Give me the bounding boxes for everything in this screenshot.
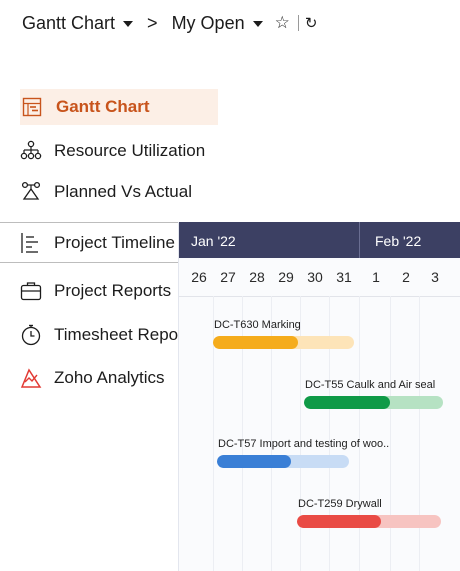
menu-item-label: Zoho Analytics bbox=[54, 368, 165, 387]
divider bbox=[0, 262, 178, 263]
day-label: 26 bbox=[191, 269, 207, 285]
task-label: DC-T57 Import and testing of woo.. bbox=[218, 438, 390, 450]
analytics-icon bbox=[20, 367, 46, 389]
menu-item-resource-utilization[interactable]: Resource Utilization bbox=[20, 133, 205, 169]
task-label: DC-T55 Caulk and Air seal bbox=[305, 379, 436, 391]
breadcrumb-separator: > bbox=[147, 12, 158, 33]
stopwatch-icon bbox=[20, 324, 46, 346]
menu-item-label: Timesheet Report bbox=[54, 325, 189, 344]
grid-line bbox=[390, 296, 391, 571]
task-bar[interactable] bbox=[213, 336, 354, 349]
view-selector-label: Gantt Chart bbox=[22, 12, 116, 33]
day-label: 1 bbox=[372, 269, 380, 285]
task-label: DC-T630 Marking bbox=[214, 319, 301, 331]
task-bar[interactable] bbox=[297, 515, 441, 528]
chevron-down-icon bbox=[123, 21, 134, 27]
gantt-month-header: Jan '22 Feb '22 bbox=[179, 222, 460, 258]
grid-line bbox=[359, 296, 360, 571]
chevron-down-icon bbox=[252, 21, 263, 27]
task-progress bbox=[213, 336, 298, 349]
month-label: Jan '22 bbox=[191, 233, 236, 249]
refresh-icon[interactable]: ↻ bbox=[305, 14, 318, 32]
task-bar[interactable] bbox=[304, 396, 443, 409]
filter-selector-label: My Open bbox=[171, 12, 245, 33]
menu-item-gantt-chart[interactable]: Gantt Chart bbox=[20, 89, 218, 125]
task-label: DC-T259 Drywall bbox=[298, 498, 382, 510]
menu-item-timesheet-report[interactable]: Timesheet Report bbox=[20, 317, 188, 353]
menu-item-project-reports[interactable]: Project Reports bbox=[20, 273, 171, 309]
view-selector[interactable]: Gantt Chart bbox=[22, 13, 143, 34]
menu-item-label: Resource Utilization bbox=[54, 141, 206, 160]
day-label: 27 bbox=[220, 269, 236, 285]
menu-item-label: Gantt Chart bbox=[56, 97, 150, 116]
filter-selector[interactable]: My Open bbox=[172, 13, 273, 34]
briefcase-icon bbox=[20, 280, 46, 302]
gantt-day-header: 26 27 28 29 30 31 1 2 3 bbox=[179, 258, 460, 297]
day-label: 31 bbox=[336, 269, 352, 285]
timeline-icon bbox=[20, 232, 46, 254]
divider bbox=[297, 15, 299, 31]
month-label: Feb '22 bbox=[375, 233, 422, 249]
menu-item-project-timeline[interactable]: Project Timeline G bbox=[20, 225, 193, 261]
star-icon[interactable]: ☆ bbox=[275, 13, 290, 33]
divider bbox=[0, 222, 178, 223]
gantt-chart-panel: Jan '22 Feb '22 26 27 28 29 30 31 1 2 3 … bbox=[178, 222, 460, 571]
gantt-chart-icon bbox=[22, 96, 48, 118]
menu-item-label: Project Reports bbox=[54, 281, 172, 300]
task-progress bbox=[297, 515, 381, 528]
breadcrumb: Gantt Chart > My Open ☆ ↻ bbox=[22, 10, 317, 36]
task-progress bbox=[217, 455, 291, 468]
menu-item-zoho-analytics[interactable]: Zoho Analytics bbox=[20, 360, 165, 396]
resource-tree-icon bbox=[20, 140, 46, 162]
scale-icon bbox=[20, 181, 46, 203]
task-bar[interactable] bbox=[217, 455, 349, 468]
menu-item-label: Planned Vs Actual bbox=[54, 182, 192, 201]
day-label: 2 bbox=[402, 269, 410, 285]
day-label: 30 bbox=[307, 269, 323, 285]
day-label: 29 bbox=[278, 269, 294, 285]
day-label: 3 bbox=[431, 269, 439, 285]
menu-item-label: Project Timeline G bbox=[54, 233, 193, 252]
task-progress bbox=[304, 396, 391, 409]
menu-item-planned-vs-actual[interactable]: Planned Vs Actual bbox=[20, 174, 192, 210]
grid-line bbox=[419, 296, 420, 571]
month-divider bbox=[359, 222, 360, 258]
day-label: 28 bbox=[249, 269, 265, 285]
